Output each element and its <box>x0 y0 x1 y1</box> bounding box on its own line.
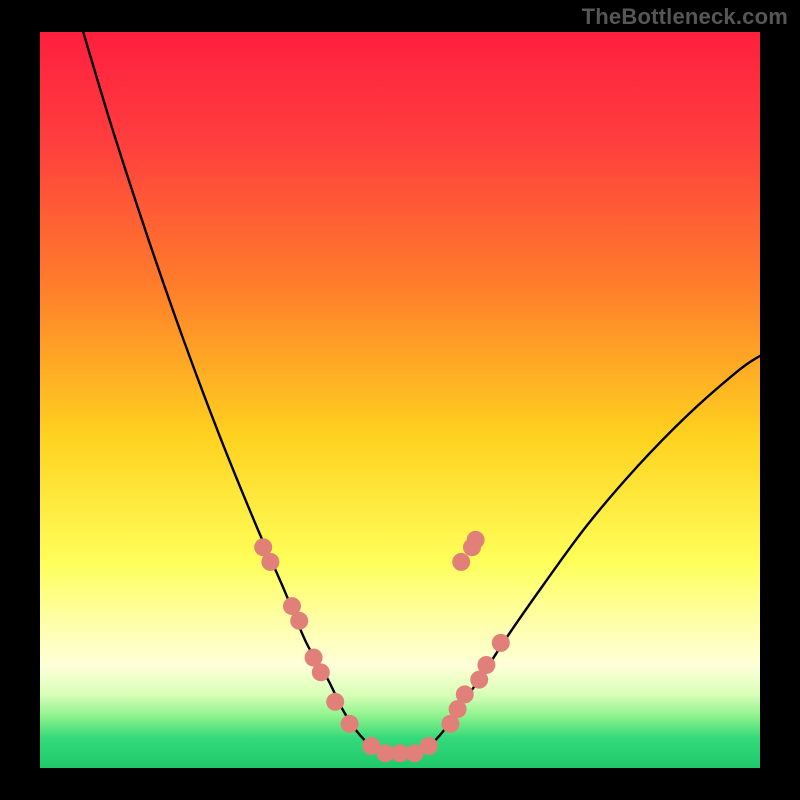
data-point <box>452 553 470 571</box>
data-point <box>312 663 330 681</box>
chart-frame: TheBottleneck.com <box>0 0 800 800</box>
data-point <box>326 693 344 711</box>
data-point <box>341 715 359 733</box>
plot-svg <box>40 32 760 768</box>
data-point <box>467 531 485 549</box>
data-point <box>261 553 279 571</box>
plot-area <box>40 32 760 768</box>
data-point <box>456 685 474 703</box>
data-point <box>477 656 495 674</box>
data-point <box>290 612 308 630</box>
data-point <box>420 737 438 755</box>
data-point <box>492 634 510 652</box>
watermark-text: TheBottleneck.com <box>582 4 788 30</box>
plot-background <box>40 32 760 768</box>
